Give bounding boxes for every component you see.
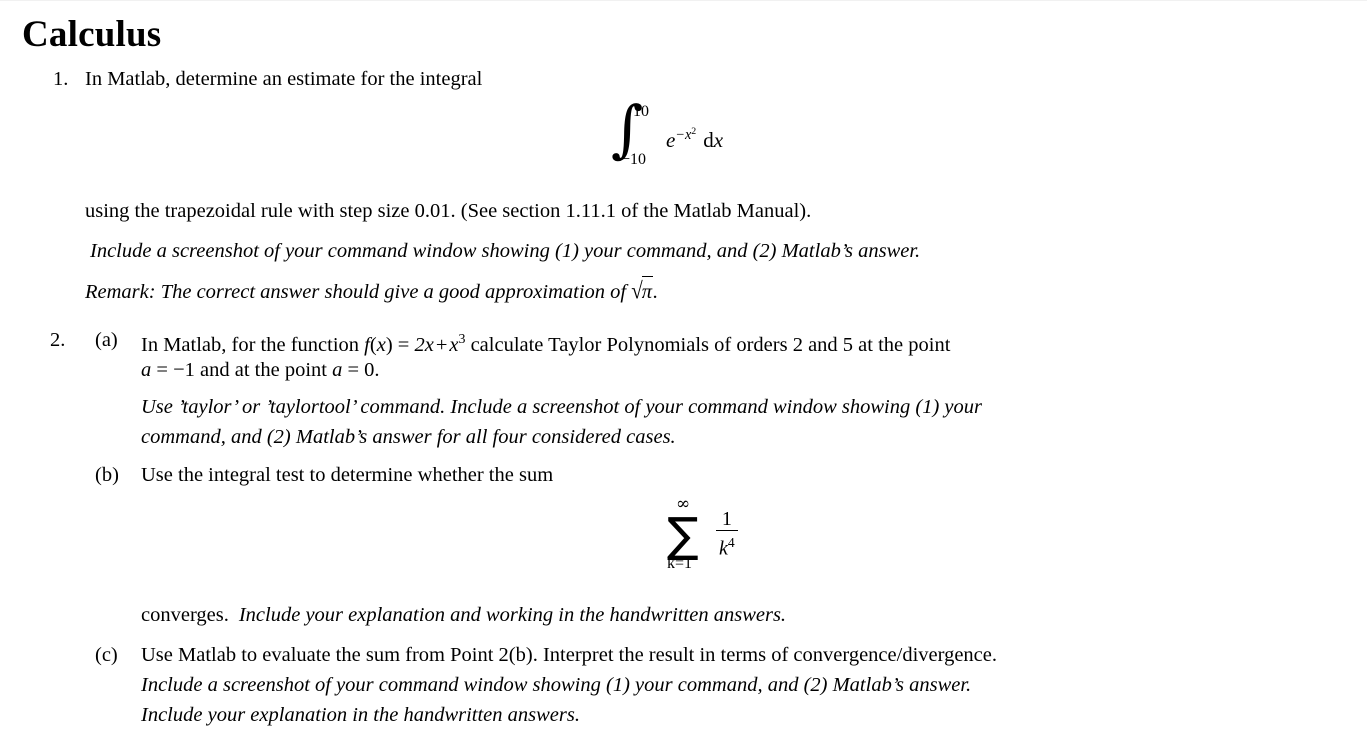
item1-line-2: using the trapezoidal rule with step siz… <box>85 200 812 222</box>
list-marker-1: 1. <box>53 68 69 90</box>
integral-lower-limit: −10 <box>621 151 647 168</box>
fraction-denominator: k4 <box>716 531 738 560</box>
item2a-note-line-1: Use ’taylor’ or ’taylortool’ command. In… <box>141 396 982 418</box>
list-marker-2a: (a) <box>95 329 118 351</box>
item2a-line-1-part-1: In Matlab, for the function <box>141 333 365 356</box>
variable-x: x <box>376 333 386 356</box>
denominator-base: k <box>719 537 728 560</box>
item1-line-3-italic: Include a screenshot of your command win… <box>90 240 921 262</box>
item1-line-4-italic: Remark: The correct answer should give a… <box>85 275 659 307</box>
item2a-line-2-end: . <box>374 359 380 381</box>
point-a-2: a <box>332 359 343 381</box>
integral-differential: dx <box>703 128 724 152</box>
sum-term-fraction: 1 k4 <box>716 509 738 560</box>
paren-close: ) <box>385 333 393 356</box>
item2c-line-3-italic: Include your explanation in the handwrit… <box>141 704 580 726</box>
equals-2: = <box>342 359 365 381</box>
radical-argument: π <box>641 275 653 307</box>
top-edge-hairline <box>0 0 1367 1</box>
sum-lower-limit: k=1 <box>667 555 693 572</box>
point-a-1: a <box>141 359 152 381</box>
item2b-line-2: converges. Include your explanation and w… <box>141 600 786 630</box>
integral-integrand: e−x2 dx <box>666 125 724 153</box>
list-marker-2b: (b) <box>95 464 119 486</box>
item2a-line-2-mid: and at the point <box>194 359 333 381</box>
integrand-exponent: −x <box>675 127 692 143</box>
item2a-line-1-part-2: calculate Taylor Polynomials of orders 2… <box>465 333 951 356</box>
integrand-base: e <box>666 128 676 152</box>
item2b-line-1: Use the integral test to determine wheth… <box>141 464 554 486</box>
item2a-note-line-2: command, and (2) Matlab’s answer for all… <box>141 426 676 448</box>
integrand-exponent-power: 2 <box>691 125 697 137</box>
equals-sign: = <box>392 333 415 356</box>
item1-line-1: In Matlab, determine an estimate for the… <box>85 68 483 90</box>
denominator-exponent: 4 <box>727 535 735 550</box>
page-title: Calculus <box>22 13 162 55</box>
term-2x: 2x <box>414 333 434 356</box>
item1-remark-suffix: . <box>652 281 659 303</box>
item1-remark-prefix: Remark: The correct answer should give a… <box>85 281 632 303</box>
list-marker-2c: (c) <box>95 644 118 666</box>
item2c-line-2-italic: Include a screenshot of your command win… <box>141 674 972 696</box>
document-page: Calculus 1. In Matlab, determine an esti… <box>0 0 1367 746</box>
plus-sign: + <box>435 333 448 356</box>
item2c-line-1: Use Matlab to evaluate the sum from Poin… <box>141 644 997 666</box>
equals-1: = <box>151 359 174 381</box>
summation-sign-icon: ∑ <box>667 508 699 563</box>
item2a-line-2: a = −1 and at the point a = 0. <box>141 355 380 385</box>
paren-open: ( <box>369 333 377 356</box>
item2b-converges-word: converges. <box>141 604 229 626</box>
integral-upper-limit: 10 <box>633 103 649 120</box>
value-minus-1: −1 <box>173 359 195 381</box>
sqrt-pi-symbol: √π <box>631 275 653 307</box>
list-marker-2: 2. <box>50 329 66 351</box>
fraction-numerator: 1 <box>721 508 732 530</box>
value-0: 0 <box>364 359 375 381</box>
item2b-line-2-italic: Include your explanation and working in … <box>238 604 787 626</box>
